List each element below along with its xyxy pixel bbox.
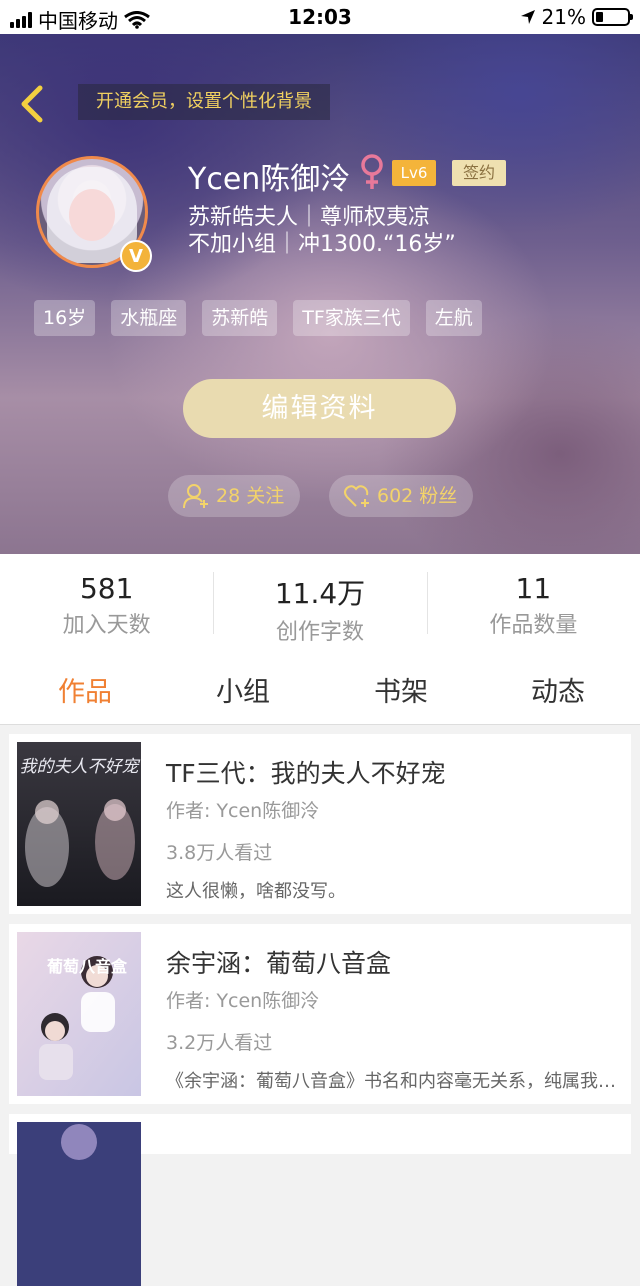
stat-works-count: 11 作品数量 [426, 554, 640, 652]
book-card[interactable]: 我的夫人不好宠 TF三代：我的夫人不好宠 作者: Ycen陈御泠 3.8万人看过… [9, 734, 631, 914]
book-title[interactable]: TF三代：我的夫人不好宠 [166, 754, 446, 790]
tab-groups[interactable]: 小组 [216, 670, 270, 709]
fans-button[interactable]: 602 粉丝 [329, 475, 473, 517]
book-cover[interactable]: 我的夫人不好宠 [17, 742, 141, 906]
stat-label: 加入天数 [62, 613, 151, 638]
book-description: 这人很懒，啥都没写。 [166, 881, 346, 902]
book-description: 《余宇涵：葡萄八音盒》书名和内容毫无关系，纯属我… [166, 1071, 616, 1092]
stat-value: 581 [79, 572, 134, 605]
battery-percent: 21% [541, 5, 586, 29]
status-bar: 中国移动 12:03 21% [0, 0, 640, 34]
cover-title-text: 我的夫人不好宠 [20, 757, 141, 777]
user-plus-icon [183, 484, 208, 509]
following-label: 28 关注 [216, 485, 285, 507]
tag[interactable]: 苏新皓 [202, 300, 278, 336]
tag[interactable]: 左航 [425, 300, 482, 336]
stat-label: 作品数量 [489, 613, 578, 638]
tab-works[interactable]: 作品 [58, 670, 112, 709]
heart-plus-icon [344, 485, 369, 507]
following-button[interactable]: 28 关注 [168, 475, 300, 517]
female-icon [361, 154, 383, 189]
book-author: 作者: Ycen陈御泠 [166, 800, 320, 822]
book-read-count: 3.2万人看过 [166, 1032, 273, 1054]
username: Ycen陈御泠 [188, 162, 351, 197]
fans-label: 602 粉丝 [377, 485, 458, 507]
stat-value: 11 [515, 572, 552, 605]
bio-line-1: 苏新皓夫人｜尊师权夷凉 [188, 205, 431, 230]
back-arrow-icon[interactable] [16, 84, 50, 124]
book-card[interactable] [9, 1114, 631, 1286]
tag[interactable]: 水瓶座 [111, 300, 187, 336]
tab-activity[interactable]: 动态 [531, 670, 585, 709]
tag-list: 16岁 水瓶座 苏新皓 TF家族三代 左航 [34, 300, 482, 336]
book-title[interactable]: 余宇涵：葡萄八音盒 [166, 944, 391, 980]
stat-value: 11.4万 [274, 577, 366, 610]
book-card[interactable]: 葡萄八音盒 余宇涵：葡萄八音盒 作者: Ycen陈御泠 3.2万人看过 《余宇涵… [9, 924, 631, 1104]
tab-bookshelf[interactable]: 书架 [374, 670, 428, 709]
vip-background-banner[interactable]: 开通会员，设置个性化背景 [78, 84, 330, 120]
tag[interactable]: TF家族三代 [293, 300, 410, 336]
tag[interactable]: 16岁 [34, 300, 96, 336]
bio: 苏新皓夫人｜尊师权夷凉 不加小组｜冲1300.“16岁” [188, 204, 456, 258]
stat-word-count: 11.4万 创作字数 [213, 554, 426, 652]
stat-label: 创作字数 [275, 620, 364, 645]
signed-badge: 签约 [452, 160, 506, 186]
bio-line-2: 不加小组｜冲1300.“16岁” [188, 232, 456, 257]
tab-bar: 作品 小组 书架 动态 [0, 652, 640, 725]
stats-bar: 581 加入天数 11.4万 创作字数 11 作品数量 [0, 554, 640, 652]
edit-profile-button[interactable]: 编辑资料 [183, 379, 456, 438]
level-badge: Lv6 [392, 160, 436, 186]
book-cover[interactable]: 葡萄八音盒 [17, 932, 141, 1096]
cover-title-text: 葡萄八音盒 [46, 957, 128, 976]
profile-header: 开通会员，设置个性化背景 V Ycen陈御泠 Lv6 签约 苏新皓夫人｜尊师权夷… [0, 34, 640, 554]
location-arrow-icon [520, 10, 535, 24]
verified-badge-icon: V [120, 240, 152, 272]
book-cover[interactable] [17, 1122, 141, 1286]
book-read-count: 3.8万人看过 [166, 842, 273, 864]
battery-icon [592, 8, 633, 26]
status-right: 21% [520, 5, 633, 29]
book-author: 作者: Ycen陈御泠 [166, 990, 320, 1012]
stat-join-days: 581 加入天数 [0, 554, 213, 652]
